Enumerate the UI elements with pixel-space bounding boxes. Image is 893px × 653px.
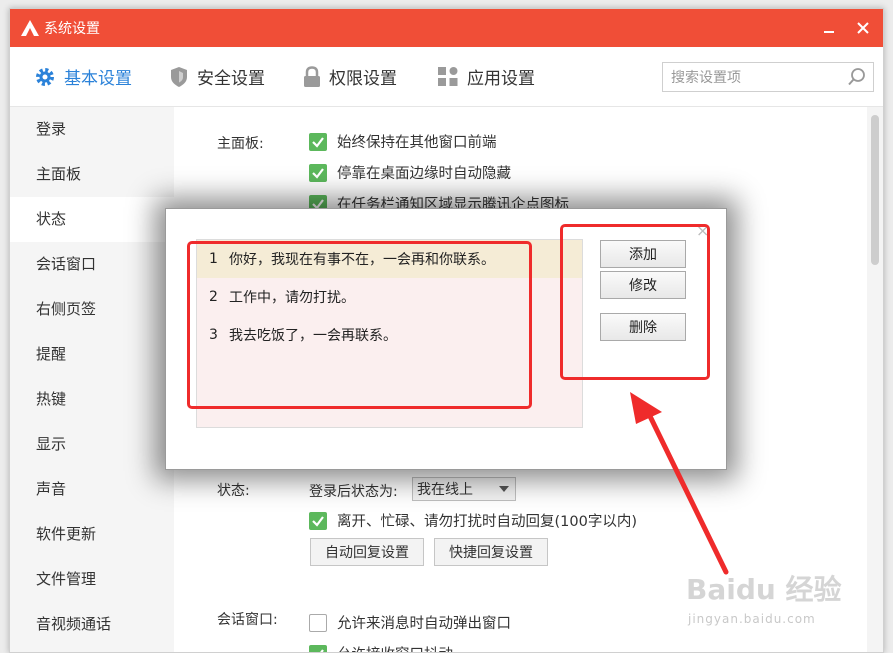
annotation-arrow xyxy=(630,392,729,575)
baidu-watermark: Baidu 经验 jingyan.baidu.com xyxy=(686,560,886,640)
watermark-main: Baidu 经验 xyxy=(686,573,842,606)
watermark-sub: jingyan.baidu.com xyxy=(688,612,816,626)
